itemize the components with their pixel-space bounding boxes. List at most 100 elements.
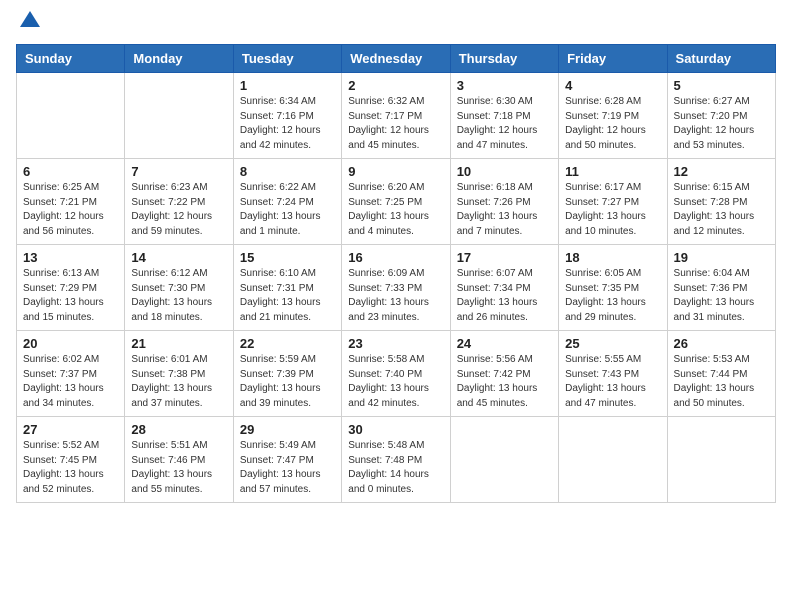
day-info: Sunrise: 6:13 AM Sunset: 7:29 PM Dayligh… bbox=[23, 267, 118, 325]
calendar-cell: 6 Sunrise: 6:25 AM Sunset: 7:21 PM Daylig… bbox=[17, 159, 125, 245]
day-info: Sunrise: 6:25 AM Sunset: 7:21 PM Dayligh… bbox=[23, 181, 118, 239]
day-info: Sunrise: 5:51 AM Sunset: 7:46 PM Dayligh… bbox=[131, 439, 226, 497]
day-number: 21 bbox=[131, 336, 226, 351]
calendar-cell: 16Sunrise: 6:09 AM Sunset: 7:33 PM Dayli… bbox=[342, 245, 450, 331]
day-number: 23 bbox=[348, 336, 443, 351]
day-info: Sunrise: 5:59 AM Sunset: 7:39 PM Dayligh… bbox=[240, 353, 335, 411]
calendar-week-row: 20 Sunrise: 6:02 AM Sunset: 7:37 PM Dayli… bbox=[17, 331, 776, 417]
day-number: 14 bbox=[131, 250, 226, 265]
day-number: 30 bbox=[348, 422, 443, 437]
day-info: Sunrise: 6:22 AM Sunset: 7:24 PM Dayligh… bbox=[240, 181, 335, 239]
weekday-header-tuesday: Tuesday bbox=[233, 45, 341, 73]
calendar-week-row: 27 Sunrise: 5:52 AM Sunset: 7:45 PM Dayli… bbox=[17, 417, 776, 503]
calendar-cell: 4Sunrise: 6:28 AM Sunset: 7:19 PM Daylig… bbox=[559, 73, 667, 159]
day-number: 4 bbox=[565, 78, 660, 93]
weekday-header-friday: Friday bbox=[559, 45, 667, 73]
calendar-cell: 3 Sunrise: 6:30 AM Sunset: 7:18 PM Daylig… bbox=[450, 73, 558, 159]
calendar-cell: 20 Sunrise: 6:02 AM Sunset: 7:37 PM Dayli… bbox=[17, 331, 125, 417]
day-info: Sunrise: 5:58 AM Sunset: 7:40 PM Dayligh… bbox=[348, 353, 443, 411]
calendar-cell bbox=[17, 73, 125, 159]
calendar-cell: 27 Sunrise: 5:52 AM Sunset: 7:45 PM Dayli… bbox=[17, 417, 125, 503]
calendar-cell bbox=[667, 417, 775, 503]
calendar-cell: 7Sunrise: 6:23 AM Sunset: 7:22 PM Daylig… bbox=[125, 159, 233, 245]
day-info: Sunrise: 6:10 AM Sunset: 7:31 PM Dayligh… bbox=[240, 267, 335, 325]
day-number: 19 bbox=[674, 250, 769, 265]
day-info: Sunrise: 5:49 AM Sunset: 7:47 PM Dayligh… bbox=[240, 439, 335, 497]
day-number: 29 bbox=[240, 422, 335, 437]
day-info: Sunrise: 5:48 AM Sunset: 7:48 PM Dayligh… bbox=[348, 439, 443, 497]
calendar-week-row: 13 Sunrise: 6:13 AM Sunset: 7:29 PM Dayli… bbox=[17, 245, 776, 331]
day-number: 28 bbox=[131, 422, 226, 437]
calendar-cell: 9Sunrise: 6:20 AM Sunset: 7:25 PM Daylig… bbox=[342, 159, 450, 245]
day-info: Sunrise: 5:55 AM Sunset: 7:43 PM Dayligh… bbox=[565, 353, 660, 411]
calendar-cell bbox=[450, 417, 558, 503]
calendar-cell: 5 Sunrise: 6:27 AM Sunset: 7:20 PM Daylig… bbox=[667, 73, 775, 159]
calendar-cell: 10 Sunrise: 6:18 AM Sunset: 7:26 PM Dayli… bbox=[450, 159, 558, 245]
day-number: 16 bbox=[348, 250, 443, 265]
calendar-cell: 8Sunrise: 6:22 AM Sunset: 7:24 PM Daylig… bbox=[233, 159, 341, 245]
day-info: Sunrise: 6:04 AM Sunset: 7:36 PM Dayligh… bbox=[674, 267, 769, 325]
calendar-cell bbox=[559, 417, 667, 503]
calendar-cell: 1 Sunrise: 6:34 AM Sunset: 7:16 PM Daylig… bbox=[233, 73, 341, 159]
weekday-header-monday: Monday bbox=[125, 45, 233, 73]
calendar-cell: 14Sunrise: 6:12 AM Sunset: 7:30 PM Dayli… bbox=[125, 245, 233, 331]
day-number: 26 bbox=[674, 336, 769, 351]
day-number: 13 bbox=[23, 250, 118, 265]
day-info: Sunrise: 5:56 AM Sunset: 7:42 PM Dayligh… bbox=[457, 353, 552, 411]
day-info: Sunrise: 6:15 AM Sunset: 7:28 PM Dayligh… bbox=[674, 181, 769, 239]
day-number: 6 bbox=[23, 164, 118, 179]
logo bbox=[16, 16, 40, 34]
day-number: 18 bbox=[565, 250, 660, 265]
day-info: Sunrise: 6:32 AM Sunset: 7:17 PM Dayligh… bbox=[348, 95, 443, 153]
day-info: Sunrise: 6:23 AM Sunset: 7:22 PM Dayligh… bbox=[131, 181, 226, 239]
calendar-table: SundayMondayTuesdayWednesdayThursdayFrid… bbox=[16, 44, 776, 503]
calendar-cell: 23 Sunrise: 5:58 AM Sunset: 7:40 PM Dayli… bbox=[342, 331, 450, 417]
calendar-cell bbox=[125, 73, 233, 159]
day-number: 3 bbox=[457, 78, 552, 93]
calendar-cell: 12 Sunrise: 6:15 AM Sunset: 7:28 PM Dayli… bbox=[667, 159, 775, 245]
day-number: 10 bbox=[457, 164, 552, 179]
day-info: Sunrise: 6:27 AM Sunset: 7:20 PM Dayligh… bbox=[674, 95, 769, 153]
day-number: 17 bbox=[457, 250, 552, 265]
calendar-week-row: 6 Sunrise: 6:25 AM Sunset: 7:21 PM Daylig… bbox=[17, 159, 776, 245]
calendar-week-row: 1 Sunrise: 6:34 AM Sunset: 7:16 PM Daylig… bbox=[17, 73, 776, 159]
day-number: 1 bbox=[240, 78, 335, 93]
day-info: Sunrise: 6:05 AM Sunset: 7:35 PM Dayligh… bbox=[565, 267, 660, 325]
day-info: Sunrise: 6:02 AM Sunset: 7:37 PM Dayligh… bbox=[23, 353, 118, 411]
day-info: Sunrise: 5:52 AM Sunset: 7:45 PM Dayligh… bbox=[23, 439, 118, 497]
calendar-cell: 18 Sunrise: 6:05 AM Sunset: 7:35 PM Dayli… bbox=[559, 245, 667, 331]
day-number: 5 bbox=[674, 78, 769, 93]
calendar-cell: 21Sunrise: 6:01 AM Sunset: 7:38 PM Dayli… bbox=[125, 331, 233, 417]
weekday-header-row: SundayMondayTuesdayWednesdayThursdayFrid… bbox=[17, 45, 776, 73]
day-info: Sunrise: 6:17 AM Sunset: 7:27 PM Dayligh… bbox=[565, 181, 660, 239]
day-number: 24 bbox=[457, 336, 552, 351]
day-number: 25 bbox=[565, 336, 660, 351]
day-info: Sunrise: 6:20 AM Sunset: 7:25 PM Dayligh… bbox=[348, 181, 443, 239]
day-number: 15 bbox=[240, 250, 335, 265]
calendar-cell: 11 Sunrise: 6:17 AM Sunset: 7:27 PM Dayli… bbox=[559, 159, 667, 245]
calendar-cell: 29 Sunrise: 5:49 AM Sunset: 7:47 PM Dayli… bbox=[233, 417, 341, 503]
day-number: 11 bbox=[565, 164, 660, 179]
calendar-cell: 22 Sunrise: 5:59 AM Sunset: 7:39 PM Dayli… bbox=[233, 331, 341, 417]
calendar-cell: 19 Sunrise: 6:04 AM Sunset: 7:36 PM Dayli… bbox=[667, 245, 775, 331]
day-info: Sunrise: 6:30 AM Sunset: 7:18 PM Dayligh… bbox=[457, 95, 552, 153]
day-info: Sunrise: 6:07 AM Sunset: 7:34 PM Dayligh… bbox=[457, 267, 552, 325]
calendar-cell: 17 Sunrise: 6:07 AM Sunset: 7:34 PM Dayli… bbox=[450, 245, 558, 331]
header bbox=[16, 16, 776, 34]
calendar-cell: 26 Sunrise: 5:53 AM Sunset: 7:44 PM Dayli… bbox=[667, 331, 775, 417]
calendar-cell: 24 Sunrise: 5:56 AM Sunset: 7:42 PM Dayli… bbox=[450, 331, 558, 417]
day-info: Sunrise: 6:34 AM Sunset: 7:16 PM Dayligh… bbox=[240, 95, 335, 153]
page: SundayMondayTuesdayWednesdayThursdayFrid… bbox=[0, 0, 792, 612]
day-number: 27 bbox=[23, 422, 118, 437]
weekday-header-sunday: Sunday bbox=[17, 45, 125, 73]
weekday-header-saturday: Saturday bbox=[667, 45, 775, 73]
day-info: Sunrise: 5:53 AM Sunset: 7:44 PM Dayligh… bbox=[674, 353, 769, 411]
day-number: 22 bbox=[240, 336, 335, 351]
calendar-cell: 15 Sunrise: 6:10 AM Sunset: 7:31 PM Dayli… bbox=[233, 245, 341, 331]
day-info: Sunrise: 6:18 AM Sunset: 7:26 PM Dayligh… bbox=[457, 181, 552, 239]
calendar-cell: 25 Sunrise: 5:55 AM Sunset: 7:43 PM Dayli… bbox=[559, 331, 667, 417]
day-number: 2 bbox=[348, 78, 443, 93]
day-number: 20 bbox=[23, 336, 118, 351]
day-number: 12 bbox=[674, 164, 769, 179]
calendar-cell: 30 Sunrise: 5:48 AM Sunset: 7:48 PM Dayli… bbox=[342, 417, 450, 503]
